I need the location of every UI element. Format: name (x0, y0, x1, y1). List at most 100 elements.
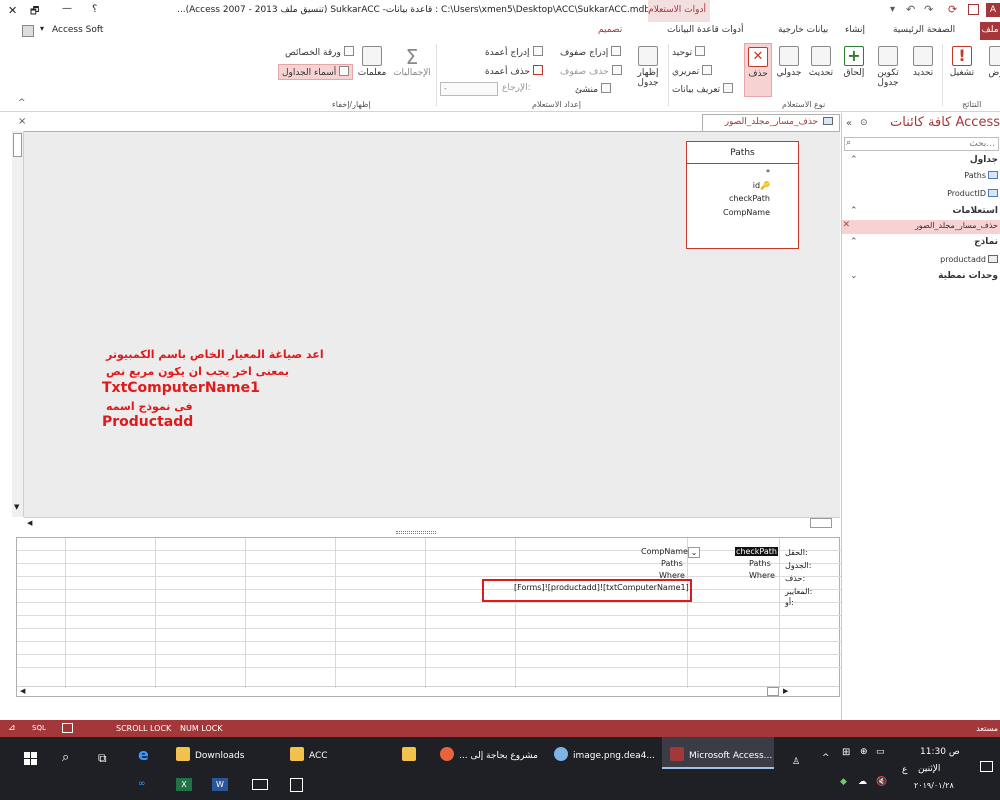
tab-external-data[interactable]: بيانات خارجية (778, 25, 828, 35)
account-dropdown-icon[interactable]: ▾ (40, 24, 44, 33)
nav-item-productid[interactable]: ProductID (947, 189, 998, 198)
totals-button[interactable]: Σ الإجماليات (392, 46, 432, 78)
nav-category-forms[interactable]: نماذج (974, 237, 998, 247)
grid-cell-table[interactable]: Paths (749, 559, 771, 568)
clock-date[interactable]: ٢٠١٩/٠١/٢٨ (914, 781, 954, 790)
excel-icon[interactable]: X (176, 778, 192, 791)
taskbar-item-firefox[interactable]: ... مشروع بحاجة إلى (440, 747, 538, 761)
help-button[interactable]: ؟ (92, 4, 97, 15)
qat-dropdown-icon[interactable]: ▾ (890, 4, 895, 15)
make-table-button[interactable]: تكوين جدول (872, 46, 904, 88)
tab-create[interactable]: إنشاء (845, 25, 865, 35)
nav-header[interactable]: كافة كائنات Access (890, 115, 1000, 130)
taskbar-item-acc[interactable]: ACC (290, 747, 328, 761)
vertical-scrollbar[interactable]: ▼ (12, 131, 24, 517)
clock-time[interactable]: 11:30 ص (920, 747, 960, 757)
table-names-button[interactable]: أسماء الجداول (278, 64, 354, 80)
nav-item-delete-query[interactable]: حذف_مسار_مجلد_الصور ✕ (842, 220, 1000, 234)
parameters-button[interactable]: معلمات (354, 46, 390, 78)
nav-menu-icon[interactable]: ⊙ (860, 118, 868, 128)
scroll-thumb[interactable] (810, 518, 832, 528)
tab-file[interactable]: ملف (980, 22, 1000, 40)
show-table-button[interactable]: إظهار جدول (632, 46, 664, 88)
table-field-list[interactable]: Paths * id🔑 checkPath CompName (686, 141, 799, 249)
calculator-icon[interactable] (290, 778, 303, 792)
taskbar-item-downloads[interactable]: Downloads (176, 747, 244, 761)
refresh-icon[interactable]: ⟳ (948, 3, 957, 16)
run-button[interactable]: ! تشغيل (946, 46, 978, 78)
grid-cell-field[interactable]: CompName (641, 547, 688, 556)
crosstab-button[interactable]: جدولي (774, 46, 804, 78)
nav-item-productadd[interactable]: productadd (940, 255, 998, 264)
nav-item-paths[interactable]: Paths (964, 171, 998, 180)
redo-icon[interactable]: ↷ (924, 3, 933, 16)
clock-day[interactable]: الإثنين (918, 764, 940, 774)
task-view-icon[interactable]: ⧉ (98, 751, 107, 766)
insert-columns-button[interactable]: إدراج أعمدة (485, 46, 543, 58)
edge-icon[interactable]: e (138, 745, 149, 764)
field-list-title[interactable]: Paths (687, 142, 798, 164)
pane-splitter[interactable] (396, 531, 436, 534)
taskbar-item-image[interactable]: image.png.dea4... (554, 747, 655, 761)
chevron-up-icon[interactable]: ⌃ (850, 155, 858, 165)
scroll-left-icon[interactable]: ◀ (27, 519, 32, 527)
word-icon[interactable]: W (212, 778, 228, 791)
update-button[interactable]: تحديث (806, 46, 836, 78)
field-checkpath[interactable]: checkPath (729, 194, 770, 203)
tab-design[interactable]: تصميم (598, 25, 622, 35)
field-id[interactable]: id🔑 (753, 181, 770, 190)
close-button[interactable]: ✕ (8, 4, 17, 17)
undo-icon[interactable]: ↶ (906, 3, 915, 16)
scroll-down-icon[interactable]: ▼ (14, 503, 19, 511)
wifi-icon[interactable]: ☁ (858, 777, 867, 787)
collapse-pane-icon[interactable]: « (846, 118, 852, 129)
view-button[interactable]: عرض (984, 46, 1000, 78)
insert-rows-button[interactable]: إدراج صفوف (560, 46, 622, 58)
delete-query-button[interactable]: ✕ حذف (744, 43, 772, 97)
chevron-down-icon[interactable]: ⌄ (850, 271, 858, 281)
nav-category-queries[interactable]: استعلامات (952, 206, 998, 216)
people-icon[interactable]: ♙ (792, 757, 800, 767)
data-definition-button[interactable]: تعريف بيانات (672, 83, 734, 95)
tab-database-tools[interactable]: أدوات قاعدة البيانات (667, 25, 744, 35)
save-icon[interactable] (968, 4, 979, 15)
builder-button[interactable]: منشئ (575, 83, 612, 95)
close-document-icon[interactable]: × (18, 116, 26, 127)
nav-search-input[interactable]: بحث... (844, 137, 999, 151)
datasheet-view-icon[interactable] (62, 723, 73, 733)
grid-cell-table[interactable]: Paths (661, 559, 683, 568)
chevron-up-icon[interactable]: ^ (822, 753, 830, 763)
scroll-thumb[interactable] (767, 687, 779, 696)
tray-app-icon[interactable]: ⊕ (860, 747, 868, 757)
tray-display-icon[interactable]: ▭ (876, 747, 885, 757)
chevron-up-icon[interactable]: ⌃ (850, 206, 858, 216)
field-dropdown-icon[interactable]: ⌄ (688, 547, 700, 558)
nav-category-tables[interactable]: جداول (970, 155, 998, 165)
grid-cell-delete[interactable]: Where (749, 571, 775, 580)
grid-horizontal-scrollbar[interactable]: ◀ ▶ (17, 686, 839, 696)
taskbar-item-access[interactable]: Microsoft Access... (662, 737, 774, 769)
account-name[interactable]: Access Soft (52, 25, 103, 35)
chevron-up-icon[interactable]: ⌃ (850, 237, 858, 247)
nav-category-modules[interactable]: وحدات نمطية (938, 271, 998, 281)
return-input[interactable]: - (440, 82, 498, 96)
scroll-left-icon[interactable]: ◀ (20, 687, 25, 695)
minimize-button[interactable]: — (62, 3, 72, 14)
sql-view-button[interactable]: SQL (32, 724, 46, 732)
notifications-icon[interactable] (980, 761, 993, 772)
avatar[interactable] (22, 25, 34, 37)
scroll-thumb[interactable] (13, 133, 22, 157)
field-all[interactable]: * (766, 168, 770, 177)
search-icon[interactable]: ⌕ (62, 750, 69, 765)
horizontal-scrollbar[interactable]: ◀ (24, 517, 840, 529)
select-query-button[interactable]: تحديد (906, 46, 940, 78)
scroll-right-icon[interactable]: ▶ (783, 687, 788, 695)
collapse-ribbon-icon[interactable]: ^ (18, 98, 26, 108)
tab-home[interactable]: الصفحة الرئيسية (893, 25, 955, 35)
field-compname[interactable]: CompName (723, 208, 770, 217)
append-button[interactable]: + إلحاق (838, 46, 870, 78)
windows-start-icon[interactable] (24, 752, 38, 766)
input-language-indicator[interactable]: ع (902, 765, 907, 775)
property-sheet-button[interactable]: ورقة الخصائص (285, 46, 354, 58)
tray-shield-icon[interactable]: ◆ (840, 777, 847, 787)
